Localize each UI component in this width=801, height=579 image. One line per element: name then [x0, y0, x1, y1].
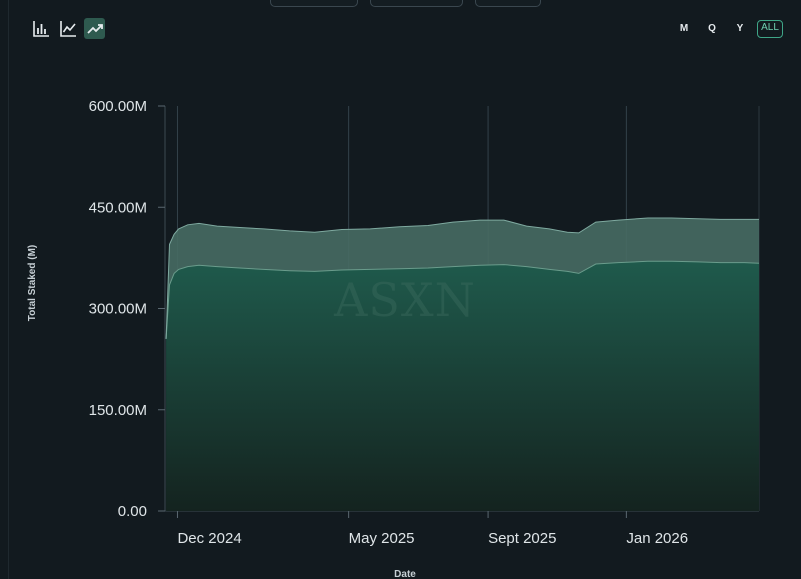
x-tick-label: May 2025	[349, 530, 415, 547]
y-axis: 0.00 150.00M 300.00M 450.00M 600.00M	[89, 98, 165, 520]
x-axis-label: Date	[394, 569, 416, 579]
y-tick-label: 600.00M	[89, 98, 147, 115]
x-tick-label: Jan 2026	[626, 530, 688, 547]
y-tick-label: 0.00	[118, 503, 147, 520]
y-tick-label: 150.00M	[89, 402, 147, 419]
y-axis-label: Total Staked (M)	[27, 245, 38, 321]
x-tick-label: Sept 2025	[488, 530, 556, 547]
watermark-text: ASXN	[333, 273, 476, 327]
stacked-area-chart: ASXN 0.00 150.00M 300.00M 450.00M 600.00M De…	[27, 98, 760, 579]
x-axis: Dec 2024 May 2025 Sept 2025 Jan 2026	[176, 511, 688, 547]
y-tick-label: 300.00M	[89, 301, 147, 318]
area-series	[165, 217, 760, 511]
x-tick-label: Dec 2024	[177, 530, 241, 547]
y-tick-label: 450.00M	[89, 199, 147, 216]
